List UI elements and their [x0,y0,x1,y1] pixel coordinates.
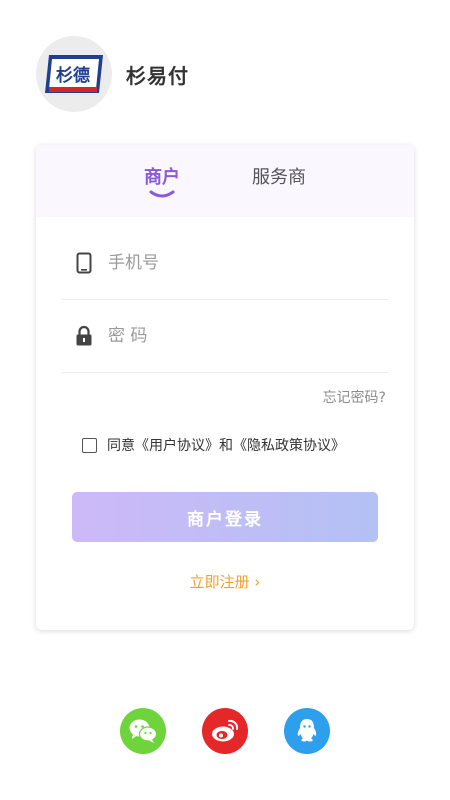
agreement-row: 同意《用户协议》和《隐私政策协议》 [82,435,345,455]
weibo-login-button[interactable] [202,708,248,754]
login-card: 商户 服务商 手机号 忘记密码? 同意《用户协议》和《隐私政策协议》 商户登录 … [36,145,414,630]
agreement-checkbox[interactable] [82,437,97,453]
tab-merchant-label: 商户 [144,167,180,188]
wechat-icon [129,719,158,743]
phone-icon [72,251,96,275]
app-title: 杉易付 [126,63,189,88]
tab-merchant[interactable]: 商户 [144,163,180,198]
tab-service-provider-label: 服务商 [252,167,306,188]
password-field [62,300,388,373]
phone-field [62,227,388,300]
qq-login-button[interactable] [284,708,330,754]
tab-active-indicator [149,190,175,198]
app-logo: 杉德 [36,36,112,112]
lock-icon [72,324,96,348]
weibo-icon [212,719,239,742]
wechat-login-button[interactable] [120,708,166,754]
social-login-row [0,708,450,754]
brand-header: 杉德 杉易付 [36,36,189,112]
sand-logo-icon: 杉德 [45,55,103,93]
phone-input[interactable] [108,253,368,273]
svg-text:杉德: 杉德 [56,65,90,86]
merchant-login-button[interactable]: 商户登录 [72,492,378,542]
qq-icon [297,719,317,742]
register-link[interactable]: 立即注册 › [36,571,414,592]
tab-service-provider[interactable]: 服务商 [252,163,306,189]
role-tabs: 商户 服务商 [36,145,414,217]
password-input[interactable] [108,326,368,346]
forgot-password-link[interactable]: 忘记密码? [323,387,386,407]
login-page: 杉德 杉易付 商户 服务商 手机号 忘记密码? 同意《用户协议》和《隐私政策协议… [0,0,450,800]
agreement-text[interactable]: 同意《用户协议》和《隐私政策协议》 [107,435,345,455]
